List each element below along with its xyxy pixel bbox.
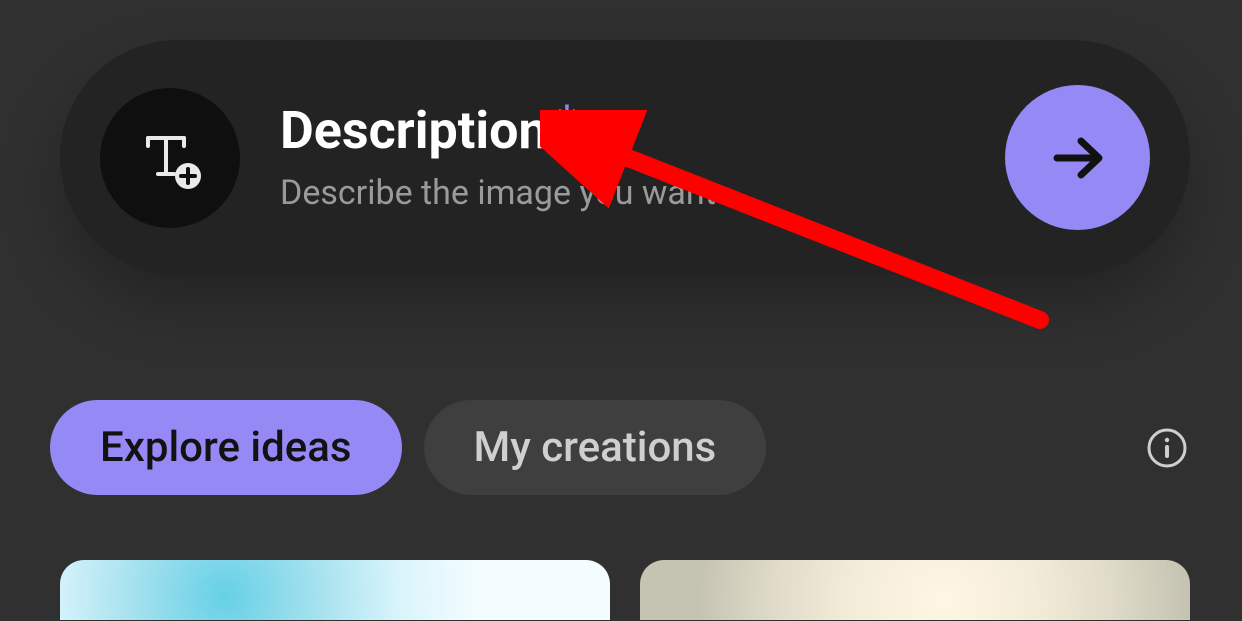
required-asterisk: * — [558, 96, 576, 143]
tab-label: Explore ideas — [100, 423, 352, 472]
info-button[interactable] — [1144, 425, 1190, 471]
gallery-thumb[interactable] — [640, 560, 1190, 620]
gallery-row — [60, 560, 1190, 620]
prompt-card[interactable]: Description * Describe the image you wan… — [60, 40, 1190, 275]
prompt-title: Description — [280, 102, 548, 159]
submit-button[interactable] — [1005, 85, 1150, 230]
prompt-placeholder[interactable]: Describe the image you want — [280, 173, 1005, 213]
type-add-badge[interactable] — [100, 88, 240, 228]
gallery-thumb[interactable] — [60, 560, 610, 620]
prompt-text-block: Description * Describe the image you wan… — [280, 102, 1005, 213]
info-icon — [1146, 427, 1188, 469]
arrow-right-icon — [1043, 123, 1113, 193]
tabs-row: Explore ideas My creations — [50, 400, 1190, 495]
tab-explore-ideas[interactable]: Explore ideas — [50, 400, 402, 495]
prompt-title-row: Description * — [280, 102, 1005, 159]
tab-my-creations[interactable]: My creations — [424, 400, 767, 495]
tab-label: My creations — [474, 423, 717, 472]
type-add-icon — [134, 122, 206, 194]
